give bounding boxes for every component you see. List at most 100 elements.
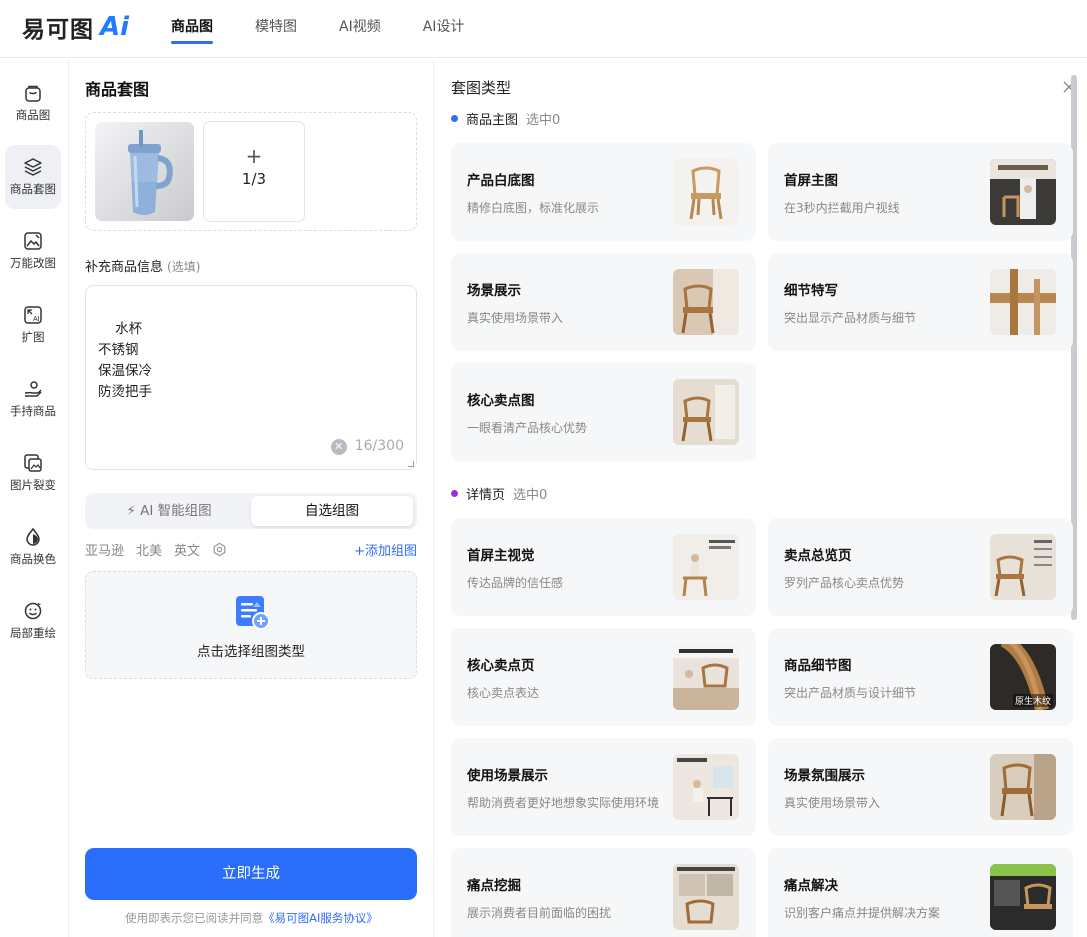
card-pain-point-solution[interactable]: 痛点解决 识别客户痛点并提供解决方案 bbox=[768, 848, 1073, 937]
sidebar-item-hand-hold[interactable]: 手持商品 bbox=[5, 367, 61, 431]
card-usage-scene[interactable]: 使用场景展示 帮助消费者更好地想象实际使用环境 bbox=[451, 738, 756, 836]
card-scene-atmosphere[interactable]: 场景氛围展示 真实使用场景带入 bbox=[768, 738, 1073, 836]
card-title: 产品白底图 bbox=[467, 173, 535, 189]
select-group-type-area[interactable]: 点击选择组图类型 bbox=[85, 571, 417, 679]
sidebar-item-product-image[interactable]: 商品图 bbox=[5, 71, 61, 135]
product-info-text: 水杯 不锈钢 保温保冷 防烫把手 bbox=[98, 321, 152, 400]
card-desc: 真实使用场景带入 bbox=[784, 796, 881, 810]
plus-icon: + bbox=[245, 144, 263, 168]
sidebar-item-local-redraw[interactable]: 局部重绘 bbox=[5, 589, 61, 653]
card-title: 使用场景展示 bbox=[467, 768, 548, 784]
section-title: 详情页 bbox=[466, 488, 506, 503]
card-thumbnail bbox=[990, 159, 1056, 225]
card-pain-point-discovery[interactable]: 痛点挖掘 展示消费者目前面临的困扰 bbox=[451, 848, 756, 937]
sidebar-item-label: 手持商品 bbox=[10, 404, 56, 418]
card-title: 场景展示 bbox=[467, 283, 521, 299]
sidebar-item-universal-edit[interactable]: 万能改图 bbox=[5, 219, 61, 283]
card-thumbnail bbox=[673, 159, 739, 225]
gear-icon[interactable] bbox=[212, 542, 227, 557]
filter-english[interactable]: 英文 bbox=[174, 540, 200, 559]
card-detail-closeup[interactable]: 细节特写 突出显示产品材质与细节 bbox=[768, 253, 1073, 351]
agreement-prefix: 使用即表示您已阅读并同意 bbox=[125, 911, 264, 925]
card-desc: 在3秒内拦截用户视线 bbox=[784, 201, 900, 215]
card-title: 核心卖点图 bbox=[467, 393, 535, 409]
layers-icon bbox=[24, 158, 42, 176]
card-core-selling-page[interactable]: 核心卖点页 核心卖点表达 bbox=[451, 628, 756, 726]
clear-icon[interactable]: ✕ bbox=[330, 438, 347, 455]
card-first-screen-main[interactable]: 首屏主图 在3秒内拦截用户视线 bbox=[768, 143, 1073, 241]
sidebar: 商品图 商品套图 万能改图 AI 扩图 手持商品 图片裂变 商品换色 局部重绘 bbox=[0, 59, 69, 937]
card-core-selling-point[interactable]: 核心卖点图 一眼看清产品核心优势 bbox=[451, 363, 756, 461]
card-thumbnail bbox=[673, 644, 739, 710]
info-label-text: 补充商品信息 bbox=[85, 260, 164, 275]
sidebar-item-product-set[interactable]: 商品套图 bbox=[5, 145, 61, 209]
sidebar-item-label: 图片裂变 bbox=[10, 478, 56, 492]
left-panel: 商品套图 + 1/3 补充商品信息 (选填) 水杯 不锈钢 保温保冷 防烫把手 ✕… bbox=[70, 59, 433, 937]
resize-handle-icon[interactable] bbox=[408, 461, 414, 467]
sidebar-item-label: 商品换色 bbox=[10, 552, 56, 566]
service-agreement-link[interactable]: 《易可图AI服务协议》 bbox=[263, 911, 378, 925]
app-logo[interactable]: 易可图 Ai bbox=[22, 12, 130, 43]
sidebar-item-expand[interactable]: AI 扩图 bbox=[5, 293, 61, 357]
info-optional: (选填) bbox=[167, 260, 201, 274]
nav-tab-ai-video[interactable]: AI视频 bbox=[339, 0, 381, 58]
hand-hold-icon bbox=[24, 381, 42, 397]
card-desc: 核心卖点表达 bbox=[467, 686, 540, 700]
nav-tab-product-image[interactable]: 商品图 bbox=[171, 0, 213, 58]
add-image-button[interactable]: + 1/3 bbox=[203, 121, 305, 222]
card-title: 场景氛围展示 bbox=[784, 768, 865, 784]
card-thumbnail bbox=[990, 534, 1056, 600]
seg-ai-label: AI 智能组图 bbox=[140, 503, 212, 519]
sidebar-item-label: 商品图 bbox=[15, 108, 51, 122]
card-white-bg[interactable]: 产品白底图 精修白底图，标准化展示 bbox=[451, 143, 756, 241]
card-thumbnail bbox=[673, 269, 739, 335]
select-group-type-label: 点击选择组图类型 bbox=[197, 644, 305, 660]
wood-grain-caption: 原生木纹 bbox=[1012, 694, 1053, 707]
svg-text:AI: AI bbox=[33, 316, 40, 323]
card-desc: 展示消费者目前面临的困扰 bbox=[467, 906, 612, 920]
card-title: 细节特写 bbox=[784, 283, 838, 299]
section-dot bbox=[451, 490, 458, 497]
card-title: 痛点挖掘 bbox=[467, 878, 521, 894]
card-scene-display[interactable]: 场景展示 真实使用场景带入 bbox=[451, 253, 756, 351]
card-title: 卖点总览页 bbox=[784, 548, 852, 564]
nav-tab-ai-design[interactable]: AI设计 bbox=[423, 0, 465, 58]
product-info-textarea[interactable]: 水杯 不锈钢 保温保冷 防烫把手 ✕ 16/300 bbox=[85, 285, 417, 470]
add-group-link[interactable]: +添加组图 bbox=[354, 540, 417, 559]
card-first-screen-visual[interactable]: 首屏主视觉 传达品牌的信任感 bbox=[451, 518, 756, 616]
sidebar-item-label: 局部重绘 bbox=[10, 626, 56, 640]
seg-custom-group[interactable]: 自选组图 bbox=[251, 496, 413, 526]
card-product-detail[interactable]: 商品细节图 突出产品材质与设计细节 原生木纹 bbox=[768, 628, 1073, 726]
panel-title: 商品套图 bbox=[85, 80, 150, 99]
char-counter: ✕ 16/300 bbox=[330, 436, 404, 457]
filter-row: 亚马逊 北美 英文 bbox=[85, 540, 227, 559]
card-desc: 突出显示产品材质与细节 bbox=[784, 311, 917, 325]
agreement-text: 使用即表示您已阅读并同意《易可图AI服务协议》 bbox=[70, 910, 433, 926]
right-panel: 套图类型 商品主图 选中0 产品白底图 精修白底图，标准化展示 首屏主图 在3秒… bbox=[434, 59, 1087, 937]
section-selected-count: 选中0 bbox=[513, 488, 548, 503]
product-thumbnail[interactable] bbox=[95, 122, 194, 221]
filter-amazon[interactable]: 亚马逊 bbox=[85, 540, 124, 559]
card-thumbnail: 原生木纹 bbox=[990, 644, 1056, 710]
card-thumbnail bbox=[990, 269, 1056, 335]
sidebar-item-label: 商品套图 bbox=[10, 182, 56, 196]
generate-button[interactable]: 立即生成 bbox=[85, 848, 417, 900]
sidebar-item-color-change[interactable]: 商品换色 bbox=[5, 515, 61, 579]
set-type-title: 套图类型 bbox=[451, 79, 512, 97]
smile-redraw-icon bbox=[24, 602, 42, 620]
logo-ai-mark: Ai bbox=[100, 12, 130, 42]
filter-north-america[interactable]: 北美 bbox=[136, 540, 162, 559]
top-bar: 易可图 Ai 商品图 模特图 AI视频 AI设计 bbox=[0, 0, 1087, 58]
card-selling-overview[interactable]: 卖点总览页 罗列产品核心卖点优势 bbox=[768, 518, 1073, 616]
logo-text: 易可图 bbox=[22, 17, 94, 43]
sidebar-item-label: 万能改图 bbox=[10, 256, 56, 270]
add-template-icon bbox=[236, 596, 270, 630]
nav-tab-model-image[interactable]: 模特图 bbox=[255, 0, 297, 58]
seg-ai-smart-group[interactable]: ⚡ AI 智能组图 bbox=[88, 496, 250, 526]
card-desc: 一眼看清产品核心优势 bbox=[467, 421, 588, 435]
card-thumbnail bbox=[673, 534, 739, 600]
image-split-icon bbox=[24, 454, 42, 472]
tumbler-image bbox=[128, 130, 173, 215]
card-title: 痛点解决 bbox=[784, 878, 838, 894]
sidebar-item-image-split[interactable]: 图片裂变 bbox=[5, 441, 61, 505]
